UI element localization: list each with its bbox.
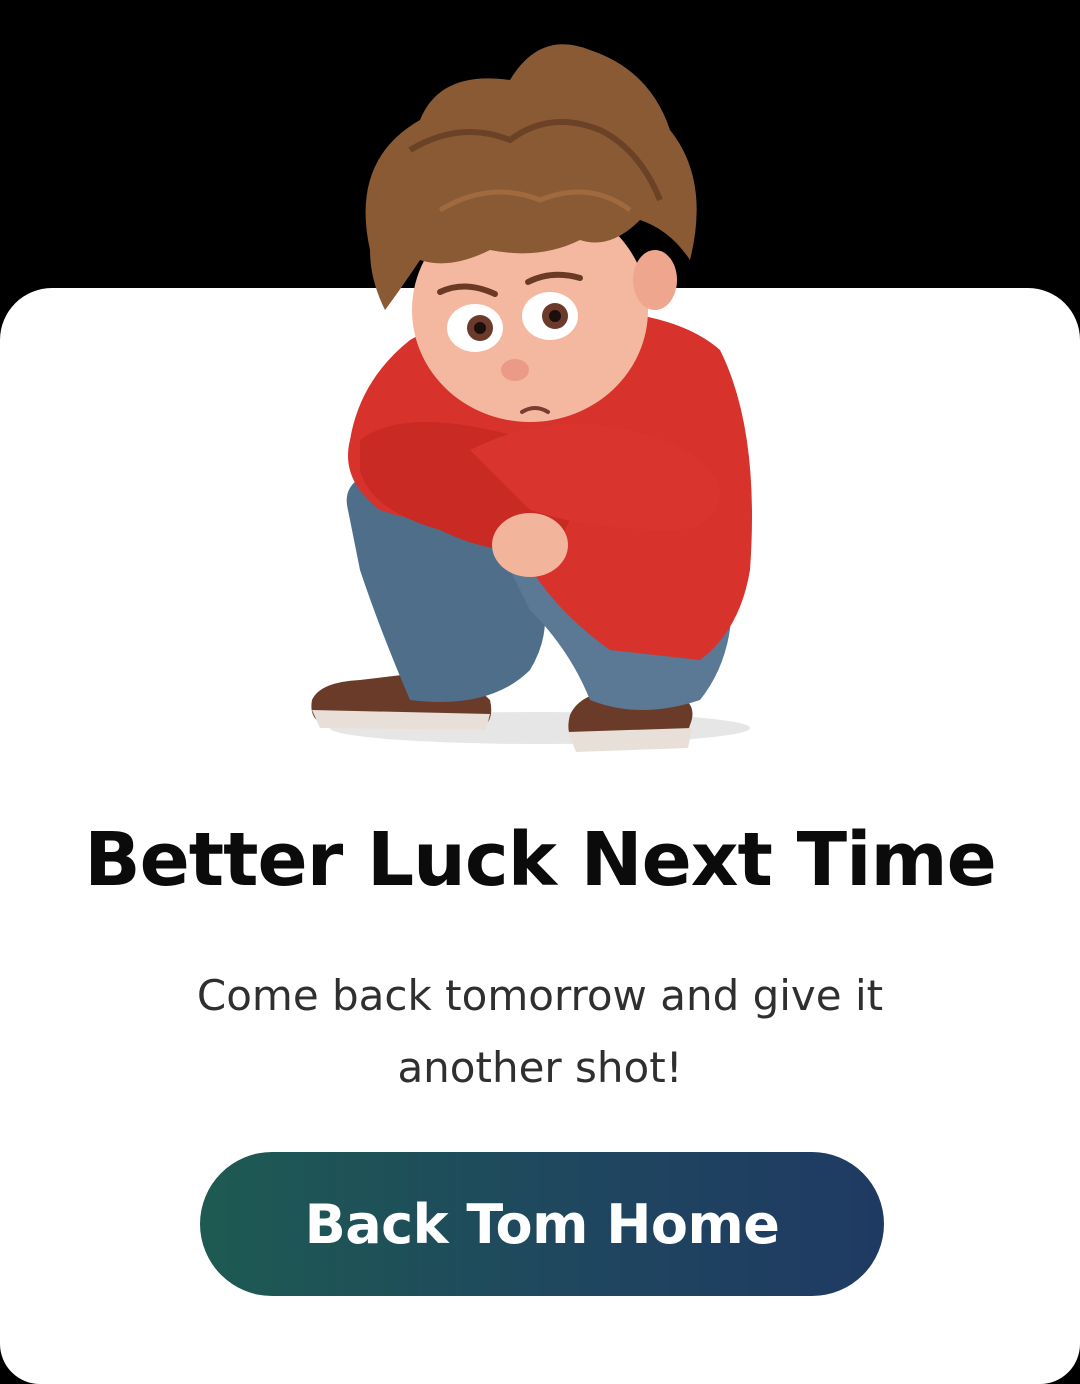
result-message: Come back tomorrow and give it another s… <box>196 971 884 1092</box>
result-title: Better Luck Next Time <box>84 817 997 903</box>
sad-boy-sitting-icon <box>311 44 752 752</box>
back-home-button[interactable]: Back Tom Home <box>200 1152 884 1296</box>
back-home-button-label: Back Tom Home <box>304 1192 780 1256</box>
